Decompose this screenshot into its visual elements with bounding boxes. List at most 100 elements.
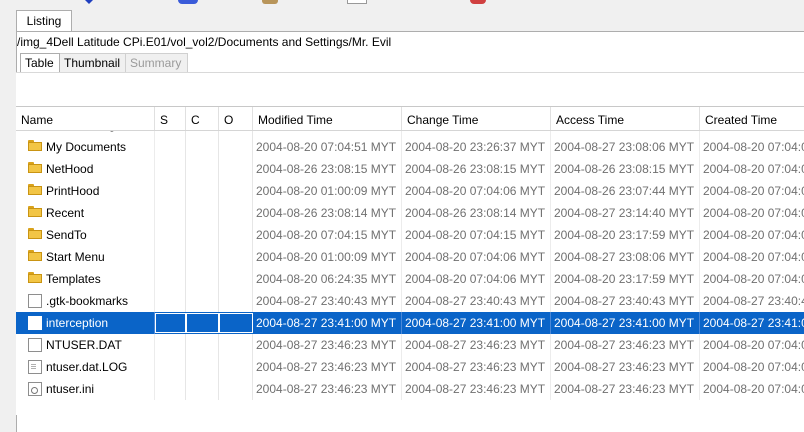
- name-cell: NTUSER.DAT: [16, 334, 155, 356]
- file-settings-icon: [28, 382, 42, 396]
- table-row[interactable]: Templates 2004-08-20 06:24:35 MYT 2004-08-…: [16, 268, 804, 290]
- name-cell: PrintHood: [16, 180, 155, 202]
- access-time-cell: 2004-08-27 23:08:06 MYT: [551, 246, 700, 268]
- access-time-cell: 2004-08-27 23:14:40 MYT: [551, 202, 700, 224]
- name-cell: .gtk-bookmarks: [16, 290, 155, 312]
- s-flag-cell: [155, 313, 186, 333]
- column-header-created-time[interactable]: Created Time: [700, 107, 804, 130]
- c-flag-cell: [186, 356, 219, 378]
- tab-table[interactable]: Table: [20, 53, 60, 73]
- name-cell: Recent: [16, 202, 155, 224]
- o-flag-cell: [219, 246, 253, 268]
- modified-time-cell: 2004-08-27 23:46:23 MYT: [253, 378, 402, 400]
- access-time-cell: 2004-08-27 23:08:06 MYT: [551, 136, 700, 158]
- s-flag-cell: [155, 158, 186, 180]
- table-row[interactable]: ntuser.dat.LOG 2004-08-27 23:46:23 MYT 200…: [16, 356, 804, 378]
- modified-time-cell: 2004-08-26 23:08:14 MYT: [253, 202, 402, 224]
- created-time-cell: 2004-08-27 23:41:00: [700, 312, 804, 334]
- tan-icon[interactable]: [262, 0, 278, 4]
- name-cell: ntuser.dat.LOG: [16, 356, 155, 378]
- c-flag-cell: [186, 268, 219, 290]
- access-time-cell: 2004-08-26 23:07:44 MYT: [551, 180, 700, 202]
- change-time-cell: 2004-08-26 23:08:15 MYT: [402, 158, 551, 180]
- tab-summary[interactable]: Summary: [126, 53, 188, 72]
- c-flag-cell: [186, 180, 219, 202]
- created-time-cell: 2004-08-20 07:04:06: [700, 356, 804, 378]
- file-name: PrintHood: [46, 184, 100, 198]
- s-flag-cell: [155, 334, 186, 356]
- table-row[interactable]: Start Menu 2004-08-20 01:00:09 MYT 2004-08…: [16, 246, 804, 268]
- folder-icon: [28, 206, 42, 220]
- tab-listing[interactable]: Listing: [16, 10, 72, 31]
- table-row[interactable]: NetHood 2004-08-26 23:08:15 MYT 2004-08-26…: [16, 158, 804, 180]
- document-icon[interactable]: [347, 0, 367, 4]
- modified-time-cell: 2004-08-27 23:41:00 MYT: [253, 312, 402, 334]
- modified-time-cell: 2004-08-27 23:40:43 MYT: [253, 290, 402, 312]
- access-time-cell: 2004-08-26 23:08:15 MYT: [551, 158, 700, 180]
- table-row[interactable]: ntuser.ini 2004-08-27 23:46:23 MYT 2004-08…: [16, 378, 804, 400]
- modified-time-cell: 2004-08-27 23:46:23 MYT: [253, 356, 402, 378]
- table-row[interactable]: PrintHood 2004-08-20 01:00:09 MYT 2004-08-…: [16, 180, 804, 202]
- column-header-name[interactable]: Name: [16, 107, 155, 130]
- c-flag-cell: [186, 246, 219, 268]
- modified-time-cell: 2004-08-20 07:04:15 MYT: [253, 224, 402, 246]
- name-cell: Templates: [16, 268, 155, 290]
- file-name: .gtk-bookmarks: [46, 294, 129, 308]
- table-row[interactable]: .gtk-bookmarks 2004-08-27 23:40:43 MYT 200…: [16, 290, 804, 312]
- created-time-cell: 2004-08-20 07:04:05: [700, 246, 804, 268]
- file-lines-icon: [28, 360, 42, 374]
- change-time-cell: 2004-08-20 07:04:06 MYT: [402, 180, 551, 202]
- folder-icon: [28, 162, 42, 176]
- created-time-cell: 2004-08-20 07:04:05: [700, 202, 804, 224]
- column-header-change-time[interactable]: Change Time: [402, 107, 551, 130]
- name-cell: SendTo: [16, 224, 155, 246]
- access-time-cell: 2004-08-27 23:46:23 MYT: [551, 378, 700, 400]
- s-flag-cell: [155, 246, 186, 268]
- change-time-cell: 2004-08-26 23:08:14 MYT: [402, 202, 551, 224]
- table-row[interactable]: NTUSER.DAT 2004-08-27 23:46:23 MYT 2004-08…: [16, 334, 804, 356]
- modified-time-cell: 2004-08-20 01:00:09 MYT: [253, 246, 402, 268]
- table-row[interactable]: My Documents 2004-08-20 07:04:51 MYT 2004-…: [16, 136, 804, 158]
- column-header-s[interactable]: S: [155, 107, 186, 130]
- c-flag-cell: [186, 202, 219, 224]
- s-flag-cell: [155, 268, 186, 290]
- column-header-access-time[interactable]: Access Time: [551, 107, 700, 130]
- o-flag-cell: [219, 136, 253, 158]
- column-header-o[interactable]: O: [219, 107, 253, 130]
- s-flag-cell: [155, 356, 186, 378]
- c-flag-cell: [186, 313, 219, 333]
- created-time-cell: 2004-08-20 07:04:05: [700, 158, 804, 180]
- file-name: interception: [46, 316, 109, 330]
- access-time-cell: 2004-08-27 23:41:00 MYT: [551, 312, 700, 334]
- file-name: Recent: [46, 206, 85, 220]
- name-cell: interception: [16, 312, 155, 334]
- o-flag-cell: [219, 202, 253, 224]
- file-icon: [28, 338, 42, 352]
- o-flag-cell: [219, 224, 253, 246]
- table-row[interactable]: interception 2004-08-27 23:41:00 MYT 2004-…: [16, 312, 804, 334]
- case-icon[interactable]: [178, 0, 198, 4]
- change-time-cell: 2004-08-27 23:40:43 MYT: [402, 290, 551, 312]
- change-time-cell: 2004-08-27 23:46:23 MYT: [402, 378, 551, 400]
- change-time-cell: 2004-08-20 07:04:06 MYT: [402, 268, 551, 290]
- o-flag-cell: [219, 180, 253, 202]
- back-arrow-icon[interactable]: [85, 0, 93, 4]
- tab-thumbnail[interactable]: Thumbnail: [60, 53, 126, 72]
- access-time-cell: 2004-08-20 23:17:59 MYT: [551, 268, 700, 290]
- modified-time-cell: 2004-08-20 01:00:09 MYT: [253, 180, 402, 202]
- access-time-cell: 2004-08-27 23:40:43 MYT: [551, 290, 700, 312]
- file-name: Templates: [46, 272, 101, 286]
- name-cell: My Documents: [16, 136, 155, 158]
- column-header-c[interactable]: C: [186, 107, 219, 130]
- modified-time-cell: 2004-08-20 07:04:51 MYT: [253, 136, 402, 158]
- table-row[interactable]: SendTo 2004-08-20 07:04:15 MYT 2004-08-20 …: [16, 224, 804, 246]
- folder-icon: [28, 250, 42, 264]
- file-icon: [28, 316, 42, 330]
- s-flag-cell: [155, 180, 186, 202]
- column-header-modified-time[interactable]: Modified Time: [253, 107, 402, 130]
- table-row[interactable]: Recent 2004-08-26 23:08:14 MYT 2004-08-26 …: [16, 202, 804, 224]
- red-icon[interactable]: [470, 0, 486, 4]
- current-path: /img_4Dell Latitude CPi.E01/vol_vol2/Doc…: [17, 35, 392, 49]
- result-tabstrip: Listing: [0, 10, 804, 32]
- file-name: ntuser.ini: [46, 382, 95, 396]
